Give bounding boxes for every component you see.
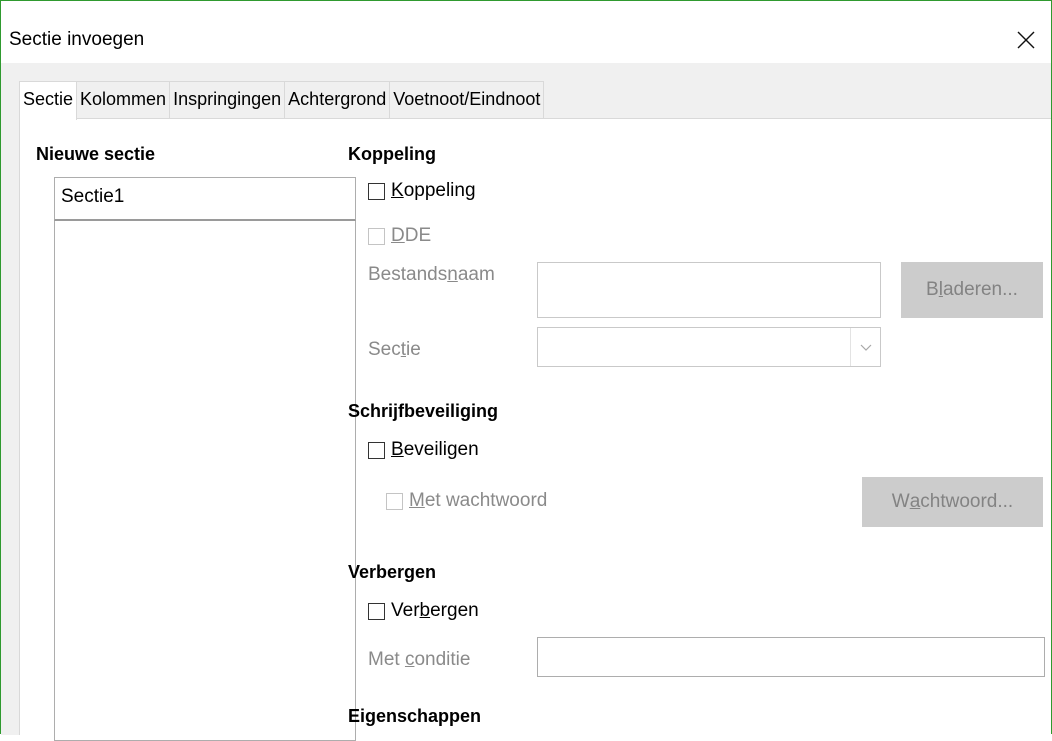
browse-button[interactable]: Bl aderen... (901, 262, 1043, 318)
tab-bar: Sectie Kolommen Inspringingen Achtergron… (19, 81, 545, 120)
hide-heading: Verbergen (348, 562, 437, 582)
close-button[interactable] (1007, 21, 1043, 57)
hide-checkbox-box[interactable] (368, 602, 385, 620)
password-button[interactable]: Wa chtwoord... (862, 477, 1043, 527)
filename-label: Bestandsnaam (368, 264, 495, 285)
dde-checkbox-label: DDE (391, 225, 432, 246)
protect-checkbox[interactable]: Beveiligen (368, 439, 479, 461)
section-list[interactable] (54, 221, 356, 741)
link-checkbox-box[interactable] (368, 182, 385, 200)
title-bar: Sectie invoegen (1, 1, 1051, 63)
password-checkbox[interactable]: Met wachtwoord (386, 490, 547, 512)
section-label: Sectie (368, 339, 421, 360)
insert-section-dialog: Sectie invoegen Sectie Kolommen Inspring… (0, 0, 1052, 741)
tab-inspringingen[interactable]: Inspringingen (169, 81, 286, 119)
write-protection-heading: Schrijfbeveiliging (348, 401, 499, 421)
dialog-body: Sectie Kolommen Inspringingen Achtergron… (1, 63, 1051, 741)
properties-heading: Eigenschappen (348, 706, 482, 726)
tab-panel-sectie: Nieuwe sectie Sectie1 Koppeling Koppelin… (19, 118, 1051, 741)
hide-checkbox[interactable]: Verbergen (368, 600, 479, 622)
window-title: Sectie invoegen (9, 29, 145, 50)
hide-checkbox-label: Verbergen (391, 600, 479, 621)
section-dropdown-button[interactable] (850, 328, 880, 366)
protect-checkbox-box[interactable] (368, 441, 385, 459)
dde-checkbox-box[interactable] (368, 227, 385, 245)
filename-field[interactable] (537, 262, 881, 318)
protect-checkbox-label: Beveiligen (391, 439, 479, 460)
condition-label: Met conditie (368, 649, 471, 670)
new-section-heading: Nieuwe sectie (36, 144, 156, 164)
section-dropdown[interactable] (537, 327, 881, 367)
password-checkbox-box[interactable] (386, 492, 403, 510)
tab-kolommen[interactable]: Kolommen (76, 81, 171, 119)
section-name-input[interactable]: Sectie1 (54, 177, 356, 221)
tab-sectie[interactable]: Sectie (19, 81, 78, 120)
link-checkbox-label: Koppeling (391, 180, 476, 201)
link-checkbox[interactable]: Koppeling (368, 180, 476, 202)
close-icon (1017, 31, 1035, 49)
password-checkbox-label: Met wachtwoord (409, 490, 548, 511)
chevron-down-icon (860, 344, 871, 351)
tab-achtergrond[interactable]: Achtergrond (284, 81, 391, 119)
tab-voetnoot-eindnoot[interactable]: Voetnoot/Eindnoot (389, 81, 545, 119)
link-heading: Koppeling (348, 144, 436, 164)
dde-checkbox[interactable]: DDE (368, 225, 431, 247)
condition-field[interactable] (537, 637, 1045, 677)
